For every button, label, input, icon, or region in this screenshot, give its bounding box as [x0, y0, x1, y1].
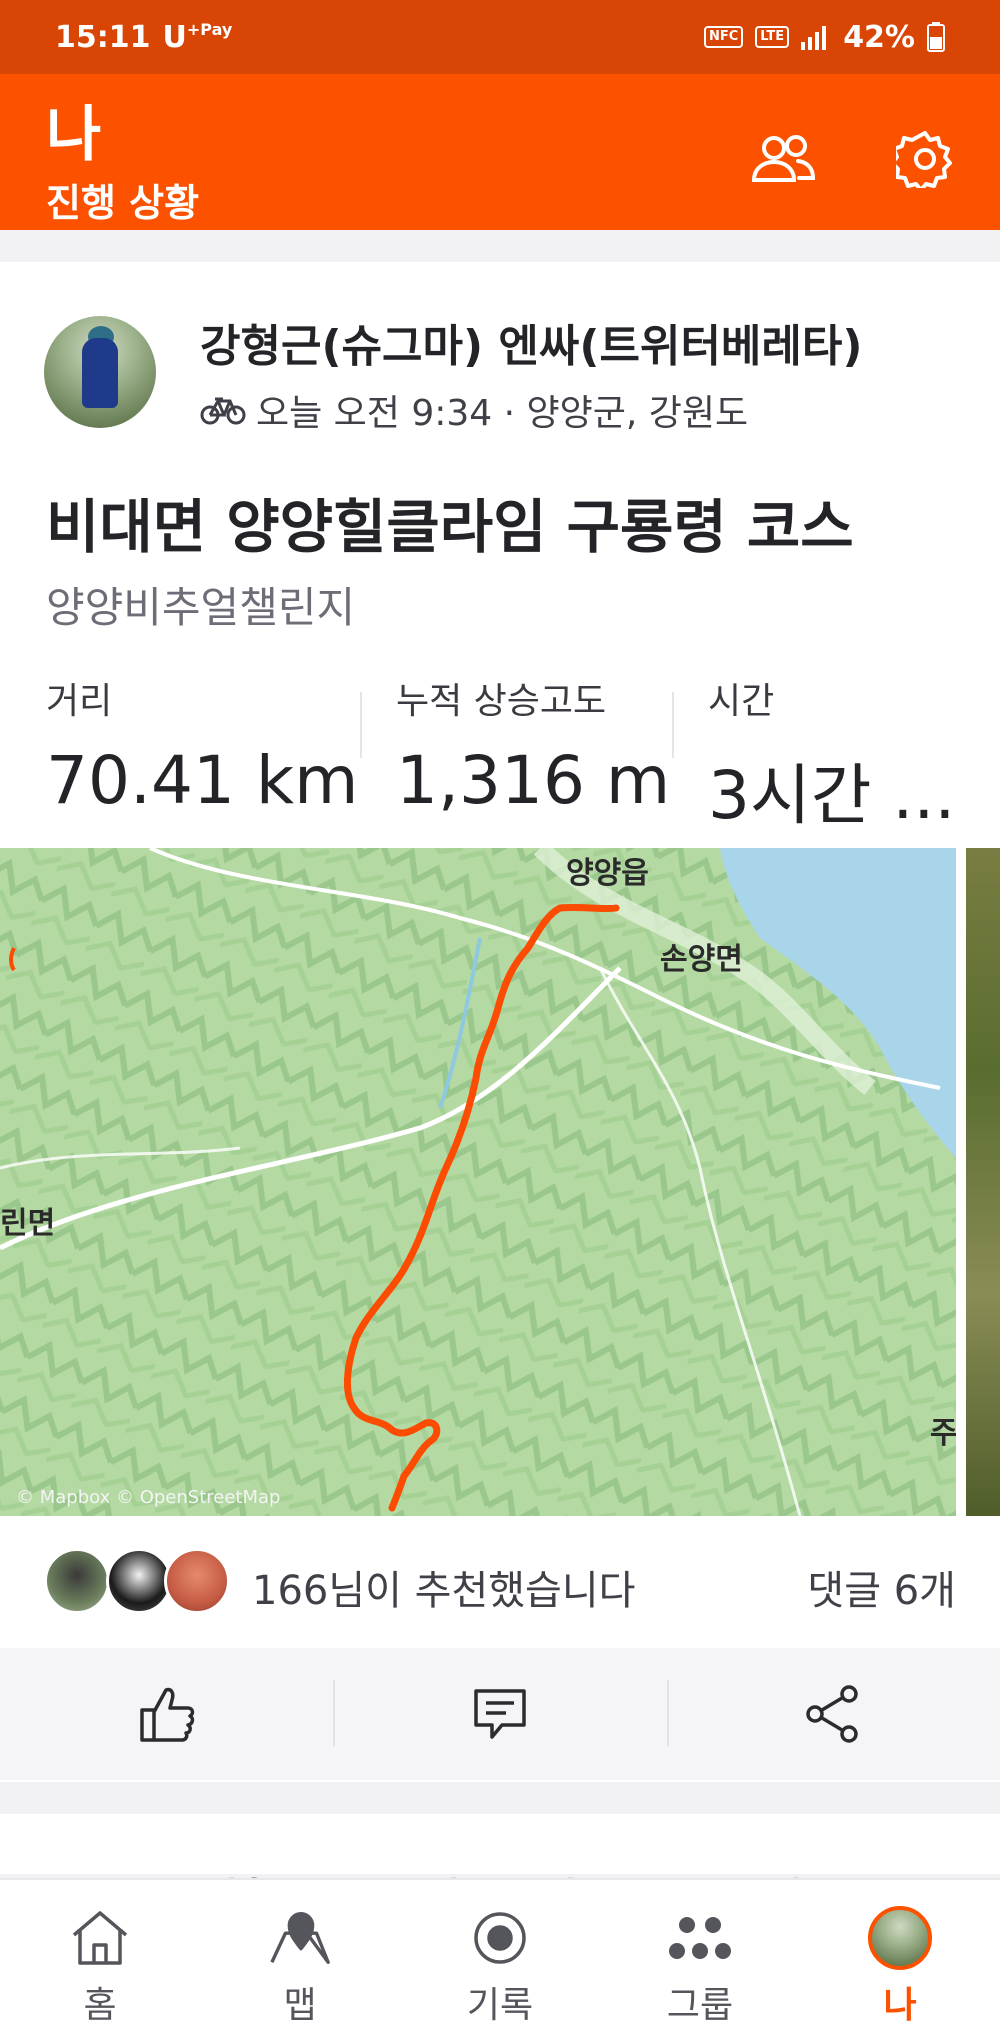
comment-button[interactable]	[333, 1648, 666, 1780]
home-icon	[68, 1906, 132, 1970]
gear-icon[interactable]	[890, 124, 960, 194]
kudos-avatar	[106, 1548, 172, 1614]
record-icon	[468, 1906, 532, 1970]
map-icon	[268, 1906, 332, 1970]
share-button[interactable]	[666, 1648, 1000, 1780]
status-time: 15:11	[55, 19, 151, 55]
stat-value: 3시간 ...	[708, 757, 956, 834]
lte-icon: LTE	[755, 26, 790, 48]
stat-elevation: 누적 상승고도 1,316 m	[396, 672, 670, 819]
nav-label: 그룹	[666, 1985, 734, 2026]
map-label: 주	[930, 1416, 956, 1451]
stat-label: 누적 상승고도	[396, 681, 607, 722]
route-map[interactable]: 양양읍 손양면 린면 주 © Mapbox © OpenStreetMap	[0, 848, 956, 1516]
nav-map[interactable]: 맵	[200, 1880, 400, 2033]
stat-divider	[672, 692, 674, 758]
kudos-avatar	[44, 1548, 110, 1614]
carrier-logo: U+Pay	[163, 20, 233, 55]
comments-count[interactable]: 댓글 6개	[807, 1558, 956, 1616]
stat-distance: 거리 70.41 km	[46, 672, 358, 819]
next-activity-card[interactable]: 강형근(슈그마) 엔싸(트위터베레타)	[0, 1814, 1000, 1926]
action-bar	[0, 1648, 1000, 1780]
avatar-rider	[82, 338, 118, 408]
activity-title[interactable]: 비대면 양양힐클라임 구룡령 코스	[46, 480, 854, 564]
map-label: 손양면	[660, 942, 743, 977]
avatar	[868, 1906, 932, 1970]
nav-home[interactable]: 홈	[0, 1880, 200, 2033]
battery-text: 42%	[843, 19, 915, 55]
nav-label: 기록	[466, 1985, 534, 2026]
nav-label: 맵	[283, 1985, 317, 2026]
stat-value: 70.41 km	[46, 742, 359, 819]
status-bar: 15:11 U+Pay NFC LTE 42%	[0, 0, 1000, 74]
page-subtitle-progress[interactable]: 진행 상황	[46, 172, 199, 227]
nfc-icon: NFC	[703, 26, 744, 48]
stat-value: 1,316 m	[396, 742, 671, 819]
carrier-sup: +	[186, 19, 201, 39]
athlete-avatar[interactable]	[44, 316, 156, 428]
friends-icon[interactable]	[748, 124, 818, 194]
status-left: 15:11 U+Pay	[55, 20, 232, 55]
activity-meta: 오늘 오전 9:34 · 양양군, 강원도	[200, 384, 748, 436]
activity-photo-preview[interactable]	[966, 848, 1000, 1516]
map-label: 양양읍	[566, 856, 649, 891]
page-title: 나	[46, 100, 102, 170]
nav-groups[interactable]: 그룹	[600, 1880, 800, 2033]
bike-icon	[200, 397, 246, 425]
status-right: NFC LTE 42%	[703, 19, 945, 55]
share-icon	[806, 1685, 859, 1743]
app-header: 나 진행 상황	[0, 74, 1000, 230]
map-credit: © Mapbox © OpenStreetMap	[16, 1487, 281, 1508]
signal-icon	[801, 26, 827, 50]
thumbs-up-icon	[139, 1687, 194, 1742]
pay-text: Pay	[200, 19, 233, 39]
nav-label: 홈	[83, 1985, 117, 2026]
kudos-avatar	[164, 1548, 230, 1614]
kudos-row[interactable]: 166님이 추천했습니다 댓글 6개	[0, 1514, 1000, 1642]
comment-icon	[474, 1689, 526, 1739]
nav-profile[interactable]: 나	[800, 1880, 1000, 2033]
kudos-count[interactable]: 166님이 추천했습니다	[252, 1558, 635, 1616]
activity-card[interactable]: 강형근(슈그마) 엔싸(트위터베레타) 오늘 오전 9:34 · 양양군, 강원…	[0, 262, 1000, 1782]
stat-label: 시간	[708, 681, 775, 722]
battery-icon	[927, 22, 945, 52]
stat-label: 거리	[46, 681, 113, 722]
groups-icon	[668, 1906, 732, 1970]
activity-meta-text: 오늘 오전 9:34 · 양양군, 강원도	[256, 393, 749, 434]
stat-time: 시간 3시간 ...	[708, 672, 955, 838]
activity-description: 양양비추얼챌린지	[46, 583, 356, 632]
nav-record[interactable]: 기록	[400, 1880, 600, 2033]
nav-label: 나	[883, 1985, 917, 2026]
map-label: 린면	[0, 1206, 56, 1241]
carrier-text: U	[162, 19, 187, 55]
stat-divider	[360, 692, 362, 758]
map-terrain	[0, 848, 956, 1516]
profile-avatar	[868, 1906, 932, 1970]
kudos-button[interactable]	[0, 1648, 333, 1780]
athlete-name[interactable]: 강형근(슈그마) 엔싸(트위터베레타)	[200, 310, 862, 374]
bottom-nav: 홈 맵 기록 그룹 나	[0, 1878, 1000, 2033]
